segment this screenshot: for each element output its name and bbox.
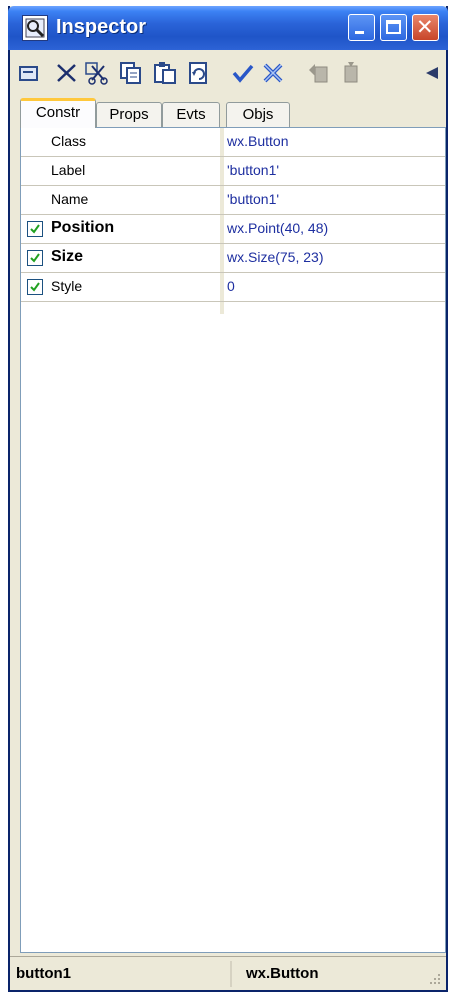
property-value[interactable]: wx.Size(75, 23) <box>227 249 323 265</box>
cancel-icon[interactable] <box>260 60 286 86</box>
inspector-window: Inspector ✕ Constr Props Evts Objs Class… <box>8 6 448 992</box>
status-divider <box>230 961 232 987</box>
property-name: Name <box>51 191 89 207</box>
position-checkbox[interactable] <box>27 221 43 237</box>
close-icon: ✕ <box>416 15 434 39</box>
checkmark-icon <box>30 253 40 263</box>
tab-evts[interactable]: Evts <box>162 102 220 127</box>
window-title: Inspector <box>56 16 147 38</box>
property-row-position[interactable]: Position wx.Point(40, 48) <box>21 215 445 244</box>
inspector-app-icon <box>22 15 48 41</box>
paste-icon[interactable] <box>152 60 178 86</box>
close-button[interactable]: ✕ <box>412 14 439 41</box>
property-name: Class <box>51 133 87 149</box>
check-icon[interactable] <box>230 60 256 86</box>
maximize-button[interactable] <box>380 14 407 41</box>
minimize-button[interactable] <box>348 14 375 41</box>
property-value[interactable]: wx.Point(40, 48) <box>227 220 328 236</box>
property-name: Label <box>51 162 86 178</box>
property-name: Size <box>51 248 84 265</box>
resize-grip-icon[interactable] <box>428 972 442 986</box>
checkmark-icon <box>30 282 40 292</box>
property-row-class[interactable]: Class wx.Button <box>21 128 445 157</box>
toolbar <box>10 54 446 94</box>
arrow-icon[interactable] <box>418 60 444 86</box>
folder-icon[interactable] <box>16 60 42 86</box>
refresh-icon[interactable] <box>186 60 212 86</box>
property-value[interactable]: 'button1' <box>227 162 279 178</box>
property-row-label[interactable]: Label 'button1' <box>21 157 445 186</box>
tab-objs[interactable]: Objs <box>226 102 290 127</box>
property-row-name[interactable]: Name 'button1' <box>21 186 445 215</box>
property-value[interactable]: wx.Button <box>227 133 288 149</box>
status-bar: button1 wx.Button <box>10 956 446 990</box>
property-grid[interactable]: Class wx.Button Label 'button1' Name 'bu… <box>20 127 446 953</box>
tab-strip: Constr Props Evts Objs <box>10 98 446 128</box>
size-checkbox[interactable] <box>27 250 43 266</box>
checkmark-icon <box>30 224 40 234</box>
status-object-name: button1 <box>16 965 71 982</box>
property-name: Style <box>51 278 83 294</box>
delete-icon[interactable] <box>54 60 80 86</box>
property-row-size[interactable]: Size wx.Size(75, 23) <box>21 244 445 273</box>
property-name: Position <box>51 219 115 236</box>
cut-icon[interactable] <box>84 60 110 86</box>
property-row-style[interactable]: Style 0 <box>21 273 445 302</box>
tab-constr[interactable]: Constr <box>20 98 96 128</box>
move-up-icon[interactable] <box>306 60 332 86</box>
tab-props[interactable]: Props <box>96 102 162 127</box>
status-object-class: wx.Button <box>246 965 319 982</box>
maximize-icon <box>386 20 401 34</box>
copy-icon[interactable] <box>118 60 144 86</box>
property-value[interactable]: 0 <box>227 278 235 294</box>
minimize-icon <box>355 31 364 34</box>
title-bar[interactable]: Inspector ✕ <box>8 6 448 50</box>
property-value[interactable]: 'button1' <box>227 191 279 207</box>
move-down-icon[interactable] <box>338 60 364 86</box>
style-checkbox[interactable] <box>27 279 43 295</box>
